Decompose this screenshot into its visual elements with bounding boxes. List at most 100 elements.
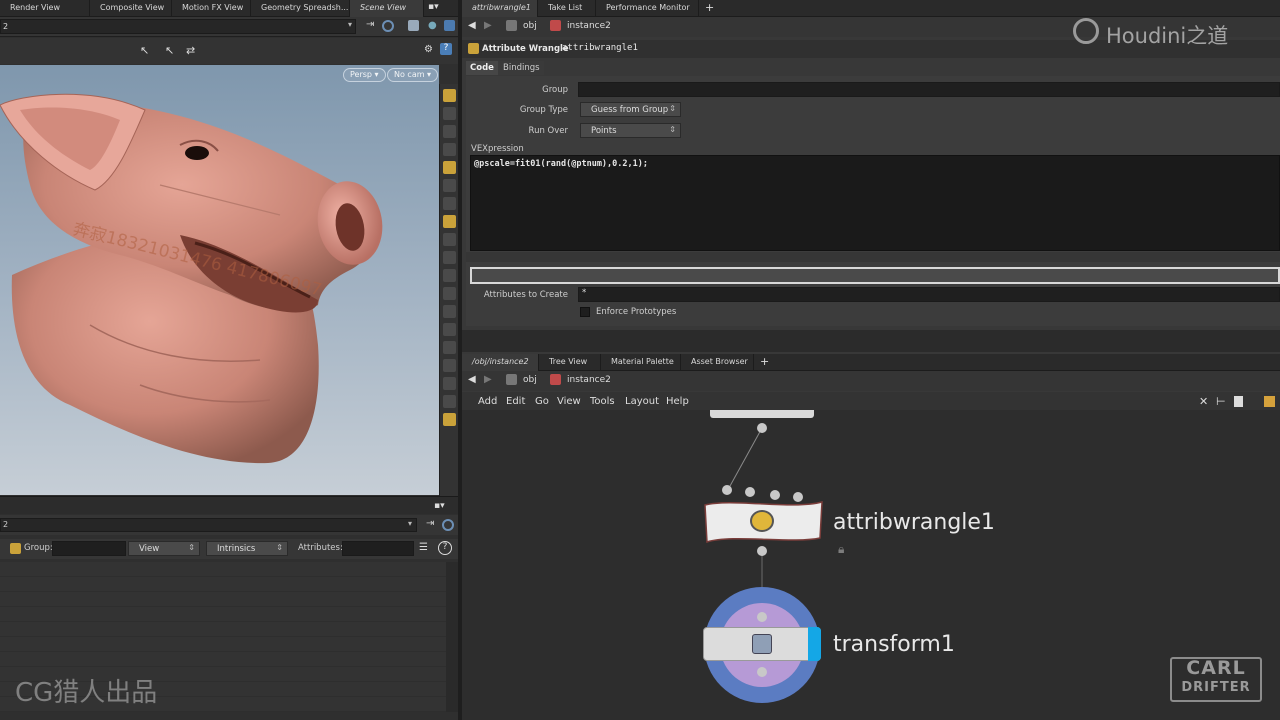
wrangle-output[interactable]	[757, 546, 767, 556]
spreadsheet-scrollbar[interactable]	[446, 562, 458, 712]
pane-menu-icon[interactable]: ▪▾	[434, 501, 445, 511]
tab-composite-view[interactable]: Composite View	[90, 0, 172, 17]
path-node[interactable]: instance2	[567, 21, 611, 31]
camera-icon[interactable]	[443, 125, 456, 138]
select-arrow-icon[interactable]: ↖	[140, 44, 149, 57]
multiparm-separator[interactable]	[470, 267, 1280, 284]
menu-layout[interactable]: Layout	[625, 396, 659, 407]
link-icon[interactable]	[382, 20, 394, 32]
swap-icon[interactable]: ⇄	[186, 44, 195, 57]
wrangle-input-3[interactable]	[770, 490, 780, 500]
forward-arrow-icon[interactable]: ▶	[484, 374, 492, 385]
path-obj[interactable]: obj	[523, 21, 537, 31]
tree-icon[interactable]: ⊢	[1216, 395, 1226, 408]
attributes-field[interactable]	[342, 541, 414, 556]
scene-path-field[interactable]: 2	[0, 19, 356, 34]
geometry-icon[interactable]	[443, 143, 456, 156]
transform-node-label[interactable]: transform1	[833, 632, 955, 657]
run-over-dropdown[interactable]: Points	[580, 123, 681, 138]
scene-viewport[interactable]: 奔寂18321031476 417806097 ▴ ▴	[0, 65, 439, 495]
forward-arrow-icon[interactable]: ▶	[484, 20, 492, 31]
handle-icon[interactable]: ▴	[140, 493, 145, 495]
move-arrow-icon[interactable]: ↖	[165, 44, 174, 57]
display-flag[interactable]	[808, 627, 821, 661]
transform-input[interactable]	[757, 612, 767, 622]
measure-icon[interactable]	[443, 359, 456, 372]
menu-add[interactable]: Add	[478, 396, 497, 407]
text-icon[interactable]	[443, 395, 456, 408]
enforce-prototypes-checkbox[interactable]	[580, 307, 590, 317]
grid-icon[interactable]	[443, 341, 456, 354]
tab-render-view[interactable]: Render View	[0, 0, 90, 17]
wrench-icon[interactable]: ✕	[1199, 395, 1208, 408]
pane-menu-icon[interactable]: ▪▾	[424, 0, 443, 16]
pane-divider[interactable]	[462, 330, 1280, 352]
back-arrow-icon[interactable]: ◀	[468, 374, 476, 385]
editor-resize-handle[interactable]	[466, 252, 1280, 262]
tab-motion-fx-view[interactable]: Motion FX View	[172, 0, 251, 17]
visualizer-icon[interactable]	[443, 215, 456, 228]
point-icon[interactable]	[443, 251, 456, 264]
menu-edit[interactable]: Edit	[506, 396, 525, 407]
box-icon[interactable]	[443, 377, 456, 390]
network-editor[interactable]: 🔒︎	[462, 410, 1280, 720]
image-icon[interactable]	[443, 413, 456, 426]
tab-asset-browser[interactable]: Asset Browser	[681, 354, 754, 371]
path-node[interactable]: instance2	[567, 375, 611, 385]
wrangle-input-2[interactable]	[745, 487, 755, 497]
snap-tool-icon[interactable]	[443, 233, 456, 246]
menu-help[interactable]: Help	[666, 396, 689, 407]
tab-take-list[interactable]: Take List	[538, 0, 596, 17]
group-type-dropdown[interactable]: Guess from Group	[580, 102, 681, 117]
menu-tools[interactable]: Tools	[590, 396, 615, 407]
group-field[interactable]	[52, 541, 126, 556]
camera-menu-button[interactable]: No cam ▾	[387, 68, 439, 82]
node-name[interactable]: attribwrangle1	[562, 43, 638, 53]
persp-menu-button[interactable]: Persp ▾	[343, 68, 386, 82]
tab-obj-instance2[interactable]: /obj/instance2	[462, 354, 539, 371]
cube-icon[interactable]	[408, 20, 419, 31]
paint-icon[interactable]	[443, 305, 456, 318]
page-icon[interactable]	[1234, 396, 1243, 407]
chevron-down-icon[interactable]: ▾	[348, 20, 352, 29]
pin-tool-icon[interactable]	[443, 179, 456, 192]
tab-scene-view[interactable]: Scene View	[350, 0, 424, 17]
pin-icon[interactable]: ⇥	[366, 19, 374, 30]
group-parm-field[interactable]	[578, 82, 1280, 97]
attributes-to-create-field[interactable]: *	[578, 287, 1280, 302]
menu-go[interactable]: Go	[535, 396, 549, 407]
add-tab-icon[interactable]: +	[699, 0, 720, 16]
link-icon[interactable]	[442, 519, 454, 531]
help-icon[interactable]: ?	[438, 541, 452, 555]
wrangle-input-1[interactable]	[722, 485, 732, 495]
wrangle-input-4[interactable]	[793, 492, 803, 502]
pane-splitter[interactable]: ▪▾	[0, 496, 458, 514]
handle-icon[interactable]: ▴	[185, 493, 190, 495]
tab-material-palette[interactable]: Material Palette	[601, 354, 681, 371]
tab-geometry-spreadsheet[interactable]: Geometry Spreadsh...	[251, 0, 350, 17]
shading-icon[interactable]	[443, 161, 456, 174]
display-icon[interactable]: ●	[428, 20, 437, 31]
tab-attribwrangle1[interactable]: attribwrangle1	[462, 0, 538, 17]
wrangle-node-label[interactable]: attribwrangle1	[833, 510, 995, 535]
grid-view-icon[interactable]	[1264, 396, 1275, 407]
curve-icon[interactable]	[443, 269, 456, 282]
light-icon[interactable]	[443, 107, 456, 120]
intrinsics-dropdown[interactable]: Intrinsics	[206, 541, 288, 556]
toggle-icon[interactable]	[443, 89, 456, 102]
transform-output[interactable]	[757, 667, 767, 677]
tab-performance-monitor[interactable]: Performance Monitor	[596, 0, 699, 17]
add-tab-icon[interactable]: +	[754, 354, 775, 370]
spreadsheet-path-field[interactable]: 2	[0, 518, 417, 532]
list-icon[interactable]: ☰	[419, 542, 428, 553]
path-obj[interactable]: obj	[523, 375, 537, 385]
chevron-down-icon[interactable]: ▾	[408, 519, 412, 528]
upstream-node[interactable]	[710, 410, 814, 418]
sculpt-icon[interactable]	[443, 323, 456, 336]
settings-icon[interactable]: ⚙	[424, 44, 433, 55]
help-icon[interactable]: ?	[440, 43, 452, 55]
view-dropdown[interactable]: View	[128, 541, 200, 556]
back-arrow-icon[interactable]: ◀	[468, 20, 476, 31]
vex-code-editor[interactable]: @pscale=fit01(rand(@ptnum),0.2,1);	[470, 155, 1280, 251]
snap-icon[interactable]	[444, 20, 455, 31]
